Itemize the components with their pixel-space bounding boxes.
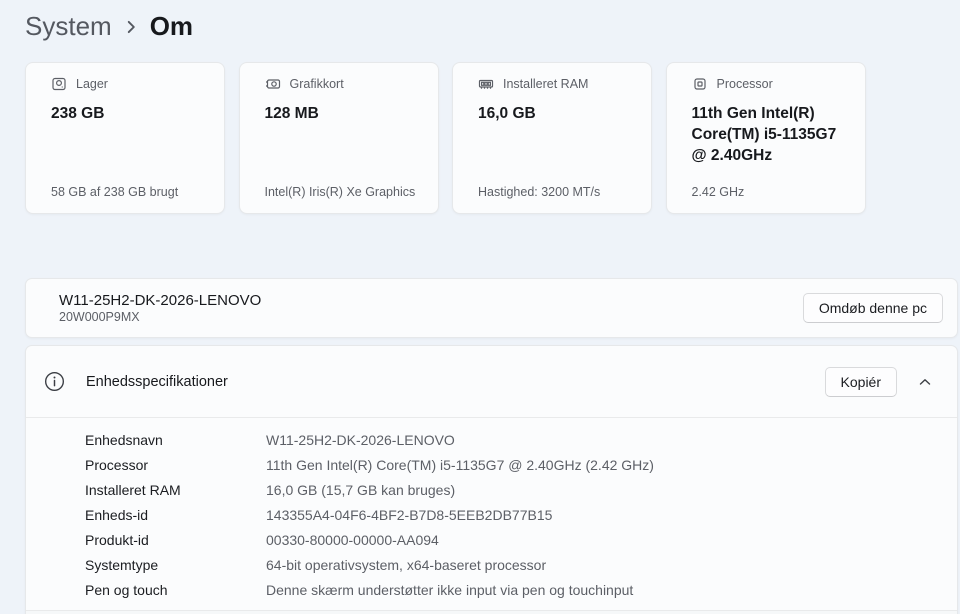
breadcrumb-system[interactable]: System bbox=[25, 8, 112, 44]
gpu-card[interactable]: Grafikkort 128 MB Intel(R) Iris(R) Xe Gr… bbox=[238, 62, 439, 214]
spec-label: Pen og touch bbox=[85, 581, 168, 598]
card-value: 128 MB bbox=[264, 105, 319, 122]
chevron-up-icon[interactable] bbox=[913, 370, 937, 394]
table-row: Enhedsnavn W11-25H2-DK-2026-LENOVO bbox=[85, 427, 957, 452]
card-value: 16,0 GB bbox=[478, 105, 536, 122]
device-name-panel: W11-25H2-DK-2026-LENOVO 20W000P9MX Omdøb… bbox=[25, 278, 958, 338]
breadcrumb: System Om bbox=[25, 8, 193, 44]
info-icon bbox=[44, 371, 65, 392]
rename-pc-button[interactable]: Omdøb denne pc bbox=[802, 293, 943, 323]
spec-value: Denne skærm understøtter ikke input via … bbox=[266, 581, 634, 598]
card-footer: Intel(R) Iris(R) Xe Graphics bbox=[264, 185, 416, 199]
table-row: Systemtype 64-bit operativsystem, x64-ba… bbox=[85, 552, 957, 577]
card-label: Grafikkort bbox=[289, 77, 344, 91]
spec-label: Installeret RAM bbox=[85, 481, 181, 498]
spec-label: Systemtype bbox=[85, 556, 159, 573]
card-footer: 2.42 GHz bbox=[691, 185, 745, 199]
storage-card[interactable]: Lager 238 GB 58 GB af 238 GB brugt bbox=[25, 62, 225, 214]
table-row: Enheds-id 143355A4-04F6-4BF2-B7D8-5EEB2D… bbox=[85, 502, 957, 527]
cpu-icon bbox=[692, 76, 708, 92]
spec-value: 64-bit operativsystem, x64-baseret proce… bbox=[266, 556, 547, 573]
device-name: W11-25H2-DK-2026-LENOVO bbox=[59, 292, 262, 309]
processor-card[interactable]: Processor 11th Gen Intel(R) Core(TM) i5-… bbox=[665, 62, 866, 214]
spec-label: Processor bbox=[85, 456, 149, 473]
spec-label: Produkt-id bbox=[85, 531, 149, 548]
spec-value: 16,0 GB (15,7 GB kan bruges) bbox=[266, 481, 456, 498]
spec-value: 11th Gen Intel(R) Core(TM) i5-1135G7 @ 2… bbox=[266, 456, 654, 473]
card-label: Processor bbox=[716, 77, 773, 91]
page-title: Om bbox=[149, 11, 194, 41]
table-row: Installeret RAM 16,0 GB (15,7 GB kan bru… bbox=[85, 477, 957, 502]
specs-title: Enhedsspecifikationer bbox=[86, 373, 228, 390]
copy-button[interactable]: Kopiér bbox=[824, 366, 897, 397]
specs-expander-header[interactable]: Enhedsspecifikationer Kopiér bbox=[26, 346, 957, 417]
device-model: 20W000P9MX bbox=[59, 310, 140, 324]
ram-icon bbox=[478, 76, 494, 92]
spec-label: Enhedsnavn bbox=[85, 431, 163, 448]
spec-value: 00330-80000-00000-AA094 bbox=[266, 531, 439, 548]
table-row: Produkt-id 00330-80000-00000-AA094 bbox=[85, 527, 957, 552]
card-footer: 58 GB af 238 GB brugt bbox=[51, 185, 179, 199]
card-label: Lager bbox=[76, 77, 108, 91]
storage-icon bbox=[51, 76, 67, 92]
spec-label: Enheds-id bbox=[85, 506, 149, 523]
specs-table: Enhedsnavn W11-25H2-DK-2026-LENOVO Proce… bbox=[26, 418, 957, 610]
table-row: Pen og touch Denne skærm understøtter ik… bbox=[85, 577, 957, 602]
card-value: 238 GB bbox=[51, 105, 105, 122]
chevron-right-icon bbox=[122, 18, 140, 36]
gpu-icon bbox=[265, 76, 281, 92]
table-row: Processor 11th Gen Intel(R) Core(TM) i5-… bbox=[85, 452, 957, 477]
card-value: 11th Gen Intel(R) Core(TM) i5-1135G7 @ 2… bbox=[691, 105, 837, 164]
card-label: Installeret RAM bbox=[503, 77, 589, 91]
spec-value: 143355A4-04F6-4BF2-B7D8-5EEB2DB77B15 bbox=[266, 506, 553, 523]
ram-card[interactable]: Installeret RAM 16,0 GB Hastighed: 3200 … bbox=[452, 62, 652, 214]
spec-value: W11-25H2-DK-2026-LENOVO bbox=[266, 431, 455, 448]
summary-cards-row: Lager 238 GB 58 GB af 238 GB brugt Grafi… bbox=[25, 62, 866, 214]
device-specifications-panel: Enhedsspecifikationer Kopiér Enhedsnavn … bbox=[25, 345, 958, 614]
card-footer: Hastighed: 3200 MT/s bbox=[478, 185, 601, 199]
